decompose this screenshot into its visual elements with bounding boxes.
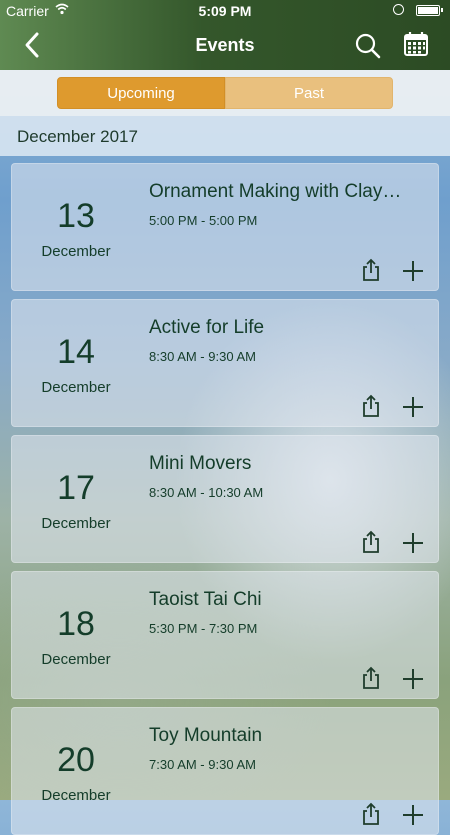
share-icon[interactable] <box>359 394 383 418</box>
event-card[interactable]: 13 December Ornament Making with Clay… 5… <box>11 163 439 291</box>
event-card[interactable]: 14 December Active for Life 8:30 AM - 9:… <box>11 299 439 427</box>
add-icon[interactable] <box>400 258 426 284</box>
event-card[interactable]: 20 December Toy Mountain 7:30 AM - 9:30 … <box>11 707 439 835</box>
event-day: 18 <box>57 605 95 643</box>
event-day: 17 <box>57 469 95 507</box>
share-icon[interactable] <box>359 258 383 282</box>
status-time: 5:09 PM <box>198 3 252 19</box>
event-time: 8:30 AM - 9:30 AM <box>149 349 256 364</box>
event-time: 5:30 PM - 7:30 PM <box>149 621 258 636</box>
event-day: 14 <box>57 333 95 371</box>
page-title: Events <box>195 35 255 55</box>
event-title: Active for Life <box>149 317 265 338</box>
event-day: 20 <box>57 741 95 779</box>
event-time: 7:30 AM - 9:30 AM <box>149 757 256 772</box>
add-icon[interactable] <box>400 802 426 828</box>
event-time: 8:30 AM - 10:30 AM <box>149 485 264 500</box>
calendar-icon[interactable] <box>403 31 429 57</box>
add-icon[interactable] <box>400 394 426 420</box>
event-card[interactable]: 17 December Mini Movers 8:30 AM - 10:30 … <box>11 435 439 563</box>
status-bar: Carrier 5:09 PM <box>0 0 450 22</box>
add-icon[interactable] <box>400 530 426 556</box>
share-icon[interactable] <box>359 530 383 554</box>
section-header-label: December 2017 <box>17 127 138 146</box>
battery-icon <box>416 5 443 16</box>
event-month: December <box>41 243 111 260</box>
header: Carrier 5:09 PM Events <box>0 0 450 70</box>
event-month: December <box>41 515 111 532</box>
event-month: December <box>41 379 111 396</box>
share-icon[interactable] <box>359 802 383 826</box>
tab-upcoming[interactable]: Upcoming <box>57 77 225 109</box>
event-title: Ornament Making with Clay… <box>149 181 402 202</box>
search-icon[interactable] <box>354 32 382 60</box>
section-header: December 2017 <box>0 116 450 156</box>
share-icon[interactable] <box>359 666 383 690</box>
event-title: Taoist Tai Chi <box>149 589 262 610</box>
event-month: December <box>41 651 111 668</box>
nav-bar: Events <box>0 22 450 70</box>
tab-past[interactable]: Past <box>225 77 393 109</box>
event-time: 5:00 PM - 5:00 PM <box>149 213 258 228</box>
event-title: Mini Movers <box>149 453 252 474</box>
event-month: December <box>41 787 111 804</box>
event-title: Toy Mountain <box>149 725 263 746</box>
segmented-control-bar: Upcoming Past <box>0 70 450 116</box>
event-card[interactable]: 18 December Taoist Tai Chi 5:30 PM - 7:3… <box>11 571 439 699</box>
add-icon[interactable] <box>400 666 426 692</box>
event-day: 13 <box>57 197 95 235</box>
rotation-lock-icon <box>393 4 404 15</box>
